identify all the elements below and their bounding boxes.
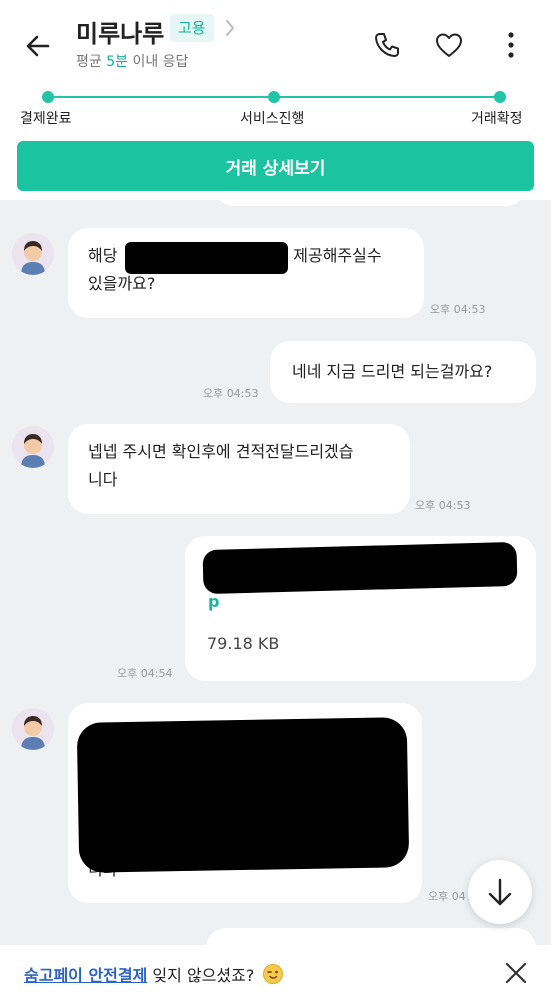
scroll-down-button[interactable]	[468, 860, 532, 924]
avatar[interactable]	[12, 233, 54, 275]
chat-header: 미루나루 고용 평균 5분 이내 응답 결제완료 서비스진행 거래확정 거래 상…	[0, 0, 551, 200]
arrow-down-icon	[488, 878, 512, 906]
message-text: 넵넵 주시면 확인후에 견적전달드리겠습	[88, 442, 354, 461]
message-bubble[interactable]	[206, 928, 536, 945]
phone-button[interactable]	[370, 28, 404, 62]
message-bubble	[215, 200, 525, 206]
message-time: 오후 04:53	[430, 303, 486, 316]
message-text: 있을까요?	[88, 274, 156, 293]
back-button[interactable]	[18, 26, 58, 66]
close-icon	[505, 962, 527, 984]
winking-face-icon	[263, 964, 284, 984]
step-label-confirm: 거래확정	[471, 111, 523, 127]
deal-detail-button[interactable]: 거래 상세보기	[17, 141, 534, 191]
response-highlight: 5분	[106, 54, 129, 70]
message-text: 해당	[88, 246, 118, 265]
hire-badge: 고용	[170, 14, 214, 42]
message-time: 오후 04:54	[117, 667, 173, 680]
redaction	[76, 717, 410, 873]
page-title[interactable]: 미루나루	[76, 14, 164, 49]
phone-icon	[375, 33, 399, 57]
message-time: 오후 04:53	[415, 499, 471, 512]
message-bubble[interactable]: 넵넵 주시면 확인후에 견적전달드리겠습 니다	[68, 424, 410, 514]
message-time: 오후 04	[428, 890, 466, 903]
step-label-progress: 서비스진행	[240, 111, 305, 127]
message-text: 도 제공해주실수	[273, 246, 382, 265]
avatar[interactable]	[12, 426, 54, 468]
more-vertical-icon	[508, 32, 514, 58]
banner-message: 잊지 않으셨죠?	[147, 966, 255, 985]
response-time: 평균 5분 이내 응답	[76, 51, 188, 71]
response-suffix: 이내 응답	[132, 54, 189, 70]
close-banner-button[interactable]	[500, 957, 532, 989]
chevron-right-icon[interactable]	[220, 16, 240, 40]
message-text: 네네 지금 드리면 되는걸까요?	[292, 362, 493, 381]
file-name[interactable]: p	[208, 592, 219, 611]
response-prefix: 평균	[76, 54, 102, 70]
redaction	[202, 541, 518, 595]
avatar[interactable]	[12, 708, 54, 750]
heart-icon	[436, 33, 462, 57]
message-time: 오후 04:53	[203, 387, 259, 400]
chat-area[interactable]: 해당 도 제공해주실수 있을까요? 오후 04:53 네네 지금 드리면 되는걸까…	[0, 200, 551, 945]
message-bubble[interactable]: 네네 지금 드리면 되는걸까요?	[270, 341, 536, 403]
favorite-button[interactable]	[432, 28, 466, 62]
progress-dot	[268, 91, 280, 103]
safe-payment-link[interactable]: 숨고페이 안전결제	[24, 966, 147, 985]
back-arrow-icon	[26, 35, 50, 57]
message-text: 니다	[88, 470, 118, 489]
safe-payment-banner: 숨고페이 안전결제 잊지 않으셨죠?	[0, 945, 551, 1000]
step-label-payment: 결제완료	[20, 111, 72, 127]
redaction	[125, 242, 288, 274]
more-button[interactable]	[494, 28, 528, 62]
progress-dot	[42, 91, 54, 103]
file-size: 79.18 KB	[207, 634, 280, 653]
progress-dot	[494, 91, 506, 103]
banner-text: 숨고페이 안전결제 잊지 않으셨죠?	[24, 962, 284, 986]
